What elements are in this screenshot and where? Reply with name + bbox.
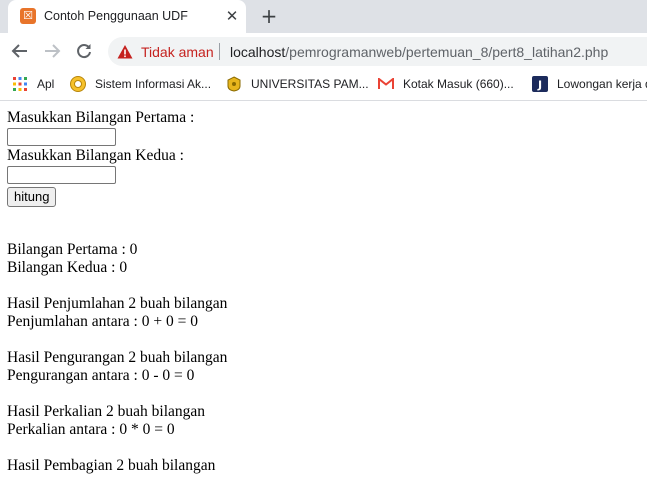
globe-icon [70,76,86,92]
reload-icon [77,44,91,59]
addition-result: Penjumlahan antara : 0 + 0 = 0 [7,313,198,330]
page-content: Masukkan Bilangan Pertama : Masukkan Bil… [7,109,637,475]
svg-text:J: J [537,79,542,92]
browser-tab[interactable]: ☒ Contoh Penggunaan UDF ✕ [8,0,246,33]
first-number-label: Masukkan Bilangan Pertama : [7,109,195,126]
tab-title: Contoh Penggunaan UDF [44,9,188,23]
warning-icon[interactable] [117,44,133,60]
bookmark-label: Apl [37,77,55,91]
jobstreet-icon: J [532,76,548,92]
result-second-number: Bilangan Kedua : 0 [7,259,128,276]
addition-heading: Hasil Penjumlahan 2 buah bilangan [7,295,228,312]
reload-button[interactable] [72,39,96,63]
second-number-label: Masukkan Bilangan Kedua : [7,147,184,164]
division-heading: Hasil Pembagian 2 buah bilangan [7,457,216,474]
browser-toolbar: Tidak aman localhost/pemrogramanweb/pert… [0,33,647,69]
close-tab-icon[interactable]: ✕ [224,8,240,24]
forward-arrow-icon [45,44,61,58]
university-logo-icon [226,76,242,92]
apps-grid-icon [12,76,28,92]
second-number-input[interactable] [7,166,116,184]
forward-button[interactable] [40,39,64,63]
bookmark-label: Sistem Informasi Ak... [95,77,212,91]
result-first-number: Bilangan Pertama : 0 [7,241,138,258]
bookmark-label: Lowongan kerja de [557,77,647,91]
url-path: /pemrogramanweb/pertemuan_8/pert8_latiha… [285,44,609,60]
security-status-label[interactable]: Tidak aman [141,44,214,60]
bookmark-label: Kotak Masuk (660)... [403,77,514,91]
subtraction-result: Pengurangan antara : 0 - 0 = 0 [7,367,195,384]
bookmark-universitas[interactable]: UNIVERSITAS PAM... [226,76,369,92]
new-tab-button[interactable]: + [258,6,280,28]
url-text[interactable]: localhost/pemrogramanweb/pertemuan_8/per… [230,44,608,60]
back-button[interactable] [8,39,32,63]
bookmark-sistem-informasi[interactable]: Sistem Informasi Ak... [70,76,211,92]
multiplication-heading: Hasil Perkalian 2 buah bilangan [7,403,206,420]
url-host: localhost [230,44,286,60]
multiplication-result: Perkalian antara : 0 * 0 = 0 [7,421,175,438]
gmail-icon [378,76,394,92]
bookmark-lowongan[interactable]: J Lowongan kerja de [532,76,647,92]
first-number-input[interactable] [7,128,116,146]
back-arrow-icon [11,44,27,58]
xampp-favicon-icon: ☒ [20,8,36,24]
bookmark-gmail[interactable]: Kotak Masuk (660)... [378,76,514,92]
omnibox-divider [219,43,220,60]
bookmarks-bar: Apl Sistem Informasi Ak... UNIVERSITAS P… [0,69,647,101]
bookmark-label: UNIVERSITAS PAM... [251,77,369,91]
hitung-button[interactable]: hitung [7,187,57,207]
tab-strip: ☒ Contoh Penggunaan UDF ✕ + [0,0,647,33]
bookmark-apps[interactable]: Apl [12,76,54,92]
subtraction-heading: Hasil Pengurangan 2 buah bilangan [7,349,228,366]
address-bar[interactable]: Tidak aman localhost/pemrogramanweb/pert… [108,37,647,66]
